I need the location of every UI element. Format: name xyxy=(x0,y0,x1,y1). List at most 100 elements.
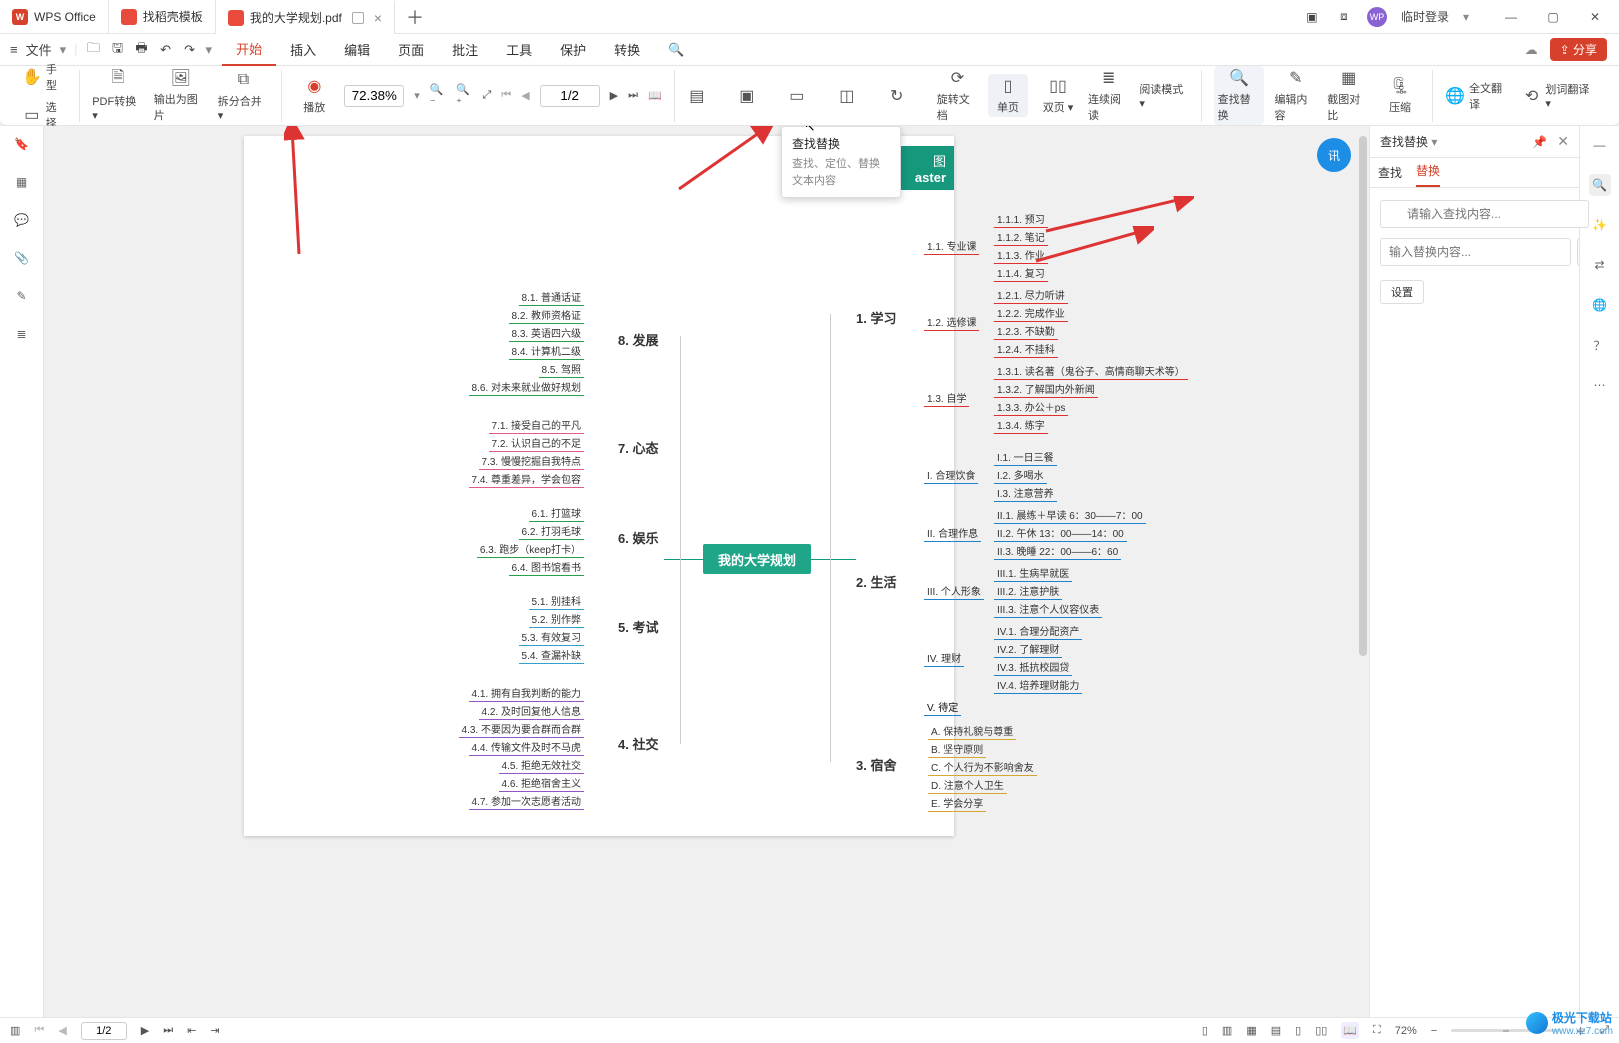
document-canvas[interactable]: 图 aster 我的大学规划 1. 学习 2. 生活 3. 宿舍 1.1. 专业… xyxy=(44,126,1369,1017)
share-button[interactable]: ⇪ 分享 xyxy=(1550,38,1607,61)
full-translate-button[interactable]: 🌐全文翻译 xyxy=(1445,80,1512,112)
status-double-icon[interactable]: ▯▯ xyxy=(1315,1024,1327,1037)
hand-tool[interactable]: ✋手型 xyxy=(22,61,67,93)
hamburger-icon[interactable]: ≡ xyxy=(10,42,18,57)
status-single-icon[interactable]: ▯ xyxy=(1295,1024,1301,1037)
menu-tab-protect[interactable]: 保护 xyxy=(546,34,600,66)
status-thumb2-icon[interactable]: ▥ xyxy=(1222,1024,1232,1037)
replace-input[interactable] xyxy=(1380,238,1571,266)
status-thumb4-icon[interactable]: ▤ xyxy=(1271,1024,1281,1037)
status-thumb1-icon[interactable]: ▯ xyxy=(1202,1024,1208,1037)
find-replace-button[interactable]: 🔍查找替换 xyxy=(1214,66,1265,125)
menu-tab-insert[interactable]: 插入 xyxy=(276,34,330,66)
cloud-icon[interactable]: ☁ xyxy=(1525,42,1538,58)
word-translate-button[interactable]: ⟲划词翻译 ▾ xyxy=(1522,81,1597,110)
redo-icon[interactable]: ↷ xyxy=(182,42,198,58)
file-caret-icon[interactable]: ▾ xyxy=(60,42,67,58)
menu-tab-tools[interactable]: 工具 xyxy=(492,34,546,66)
status-more-icon[interactable]: ⛶ xyxy=(1373,1024,1381,1037)
menu-tab-convert[interactable]: 转换 xyxy=(600,34,654,66)
bookmark-icon[interactable]: 🔖 xyxy=(12,134,32,154)
status-page-view-icon[interactable]: ▥ xyxy=(10,1024,20,1037)
rail-sparkle-icon[interactable]: ✨ xyxy=(1589,214,1611,236)
undo-icon[interactable]: ↶ xyxy=(158,42,174,58)
next-page-icon[interactable]: ▶ xyxy=(610,89,618,102)
minimize-icon[interactable]: ― xyxy=(1497,9,1525,25)
tab-templates[interactable]: 找稻壳模板 xyxy=(109,0,216,34)
book-icon[interactable]: 📖 xyxy=(648,89,662,102)
single-page-button[interactable]: ▯单页 xyxy=(988,74,1028,117)
signature-icon[interactable]: ✎ xyxy=(12,286,32,306)
double-page-button[interactable]: ▯▯双页 ▾ xyxy=(1038,76,1078,115)
settings-button[interactable]: 设置 xyxy=(1380,280,1424,304)
crop-icon[interactable]: ▣ xyxy=(737,86,777,106)
play-button[interactable]: ◉播放 xyxy=(294,76,334,115)
maximize-icon[interactable]: ▢ xyxy=(1539,9,1567,25)
page-view-icon[interactable]: ▭ xyxy=(787,86,827,106)
rail-search-icon[interactable]: 🔍 xyxy=(1589,174,1611,196)
tab-replace[interactable]: 替换 xyxy=(1416,162,1440,187)
file-menu[interactable]: 文件 xyxy=(26,40,52,59)
status-page-input[interactable] xyxy=(81,1022,127,1040)
close-window-icon[interactable]: ✕ xyxy=(1581,9,1609,25)
status-book-icon[interactable]: 📖 xyxy=(1341,1022,1359,1039)
rail-more-icon[interactable]: ⋯ xyxy=(1589,374,1611,396)
fit-width-icon[interactable]: ⤢ xyxy=(482,89,491,102)
first-page-icon[interactable]: ⏮ xyxy=(501,89,511,102)
page-view2-icon[interactable]: ◫ xyxy=(837,86,877,106)
rail-collapse-icon[interactable]: — xyxy=(1589,134,1611,156)
redo-caret-icon[interactable]: ▾ xyxy=(206,42,213,58)
prev-page-icon[interactable]: ◀ xyxy=(521,89,529,102)
login-label[interactable]: 临时登录 xyxy=(1401,8,1449,25)
status-first-icon[interactable]: ⏮ xyxy=(34,1024,44,1037)
zoom-caret-icon[interactable]: ▾ xyxy=(414,89,420,102)
layers-icon[interactable]: ≣ xyxy=(12,324,32,344)
last-page-icon[interactable]: ⏭ xyxy=(628,89,638,102)
compress-button[interactable]: 🗜压缩 xyxy=(1380,76,1420,115)
zoom-out-icon[interactable]: 🔍⁻ xyxy=(430,83,446,109)
attachments-icon[interactable]: 📎 xyxy=(12,248,32,268)
crop-compare-button[interactable]: ▦截图对比 xyxy=(1327,68,1370,123)
tab-wps-home[interactable]: W WPS Office xyxy=(0,0,109,34)
print-icon[interactable]: 🖶 xyxy=(134,42,150,58)
pin-icon[interactable]: 📌 xyxy=(1532,135,1547,149)
open-folder-icon[interactable]: 🗀 xyxy=(86,42,102,58)
thumbnails-icon[interactable]: ▦ xyxy=(12,172,32,192)
cube-icon[interactable]: ⧈ xyxy=(1335,8,1353,26)
menu-tab-start[interactable]: 开始 xyxy=(222,34,276,66)
rotate-cw-icon[interactable]: ↻ xyxy=(887,86,927,106)
status-thumb3-icon[interactable]: ▦ xyxy=(1246,1024,1256,1037)
menu-search-icon[interactable]: 🔍 xyxy=(654,34,698,66)
status-mark-b-icon[interactable]: ⇥ xyxy=(210,1024,219,1037)
status-mark-a-icon[interactable]: ⇤ xyxy=(187,1024,196,1037)
login-caret-icon[interactable]: ▾ xyxy=(1463,10,1469,24)
tab-find[interactable]: 查找 xyxy=(1378,164,1402,187)
save-icon[interactable]: 🖫 xyxy=(110,42,126,58)
page-input[interactable] xyxy=(540,85,600,107)
menu-tab-page[interactable]: 页面 xyxy=(384,34,438,66)
read-mode-button[interactable]: 阅读模式 ▾ xyxy=(1139,81,1188,110)
continuous-button[interactable]: ≣连续阅读 xyxy=(1088,68,1129,123)
zoom-minus-icon[interactable]: − xyxy=(1431,1025,1437,1037)
status-last-icon[interactable]: ⏭ xyxy=(163,1024,173,1037)
close-panel-icon[interactable]: ✕ xyxy=(1557,133,1569,149)
scrollbar-thumb[interactable] xyxy=(1359,136,1367,656)
rotate-doc-button[interactable]: ⟳旋转文档 xyxy=(937,68,978,123)
export-image-button[interactable]: 🖼输出为图片 xyxy=(154,68,208,123)
avatar-icon[interactable]: WP xyxy=(1367,7,1387,27)
zoom-in-icon[interactable]: 🔍⁺ xyxy=(456,83,472,109)
vertical-scrollbar[interactable] xyxy=(1359,136,1367,1007)
edit-content-button[interactable]: ✎编辑内容 xyxy=(1274,68,1317,123)
menu-tab-edit[interactable]: 编辑 xyxy=(330,34,384,66)
menu-tab-annot[interactable]: 批注 xyxy=(438,34,492,66)
zoom-input[interactable] xyxy=(344,85,404,107)
rail-swap-icon[interactable]: ⇄ xyxy=(1589,254,1611,276)
pdf-convert-button[interactable]: 🗎PDF转换 ▾ xyxy=(92,70,144,122)
new-tab-button[interactable]: ＋ xyxy=(395,0,435,34)
status-next-icon[interactable]: ▶ xyxy=(141,1024,149,1037)
assistant-button[interactable]: 讯 xyxy=(1317,138,1351,172)
status-prev-icon[interactable]: ◀ xyxy=(58,1024,66,1037)
close-tab-icon[interactable]: × xyxy=(374,10,382,26)
comments-icon[interactable]: 💬 xyxy=(12,210,32,230)
search-input[interactable] xyxy=(1380,200,1589,228)
